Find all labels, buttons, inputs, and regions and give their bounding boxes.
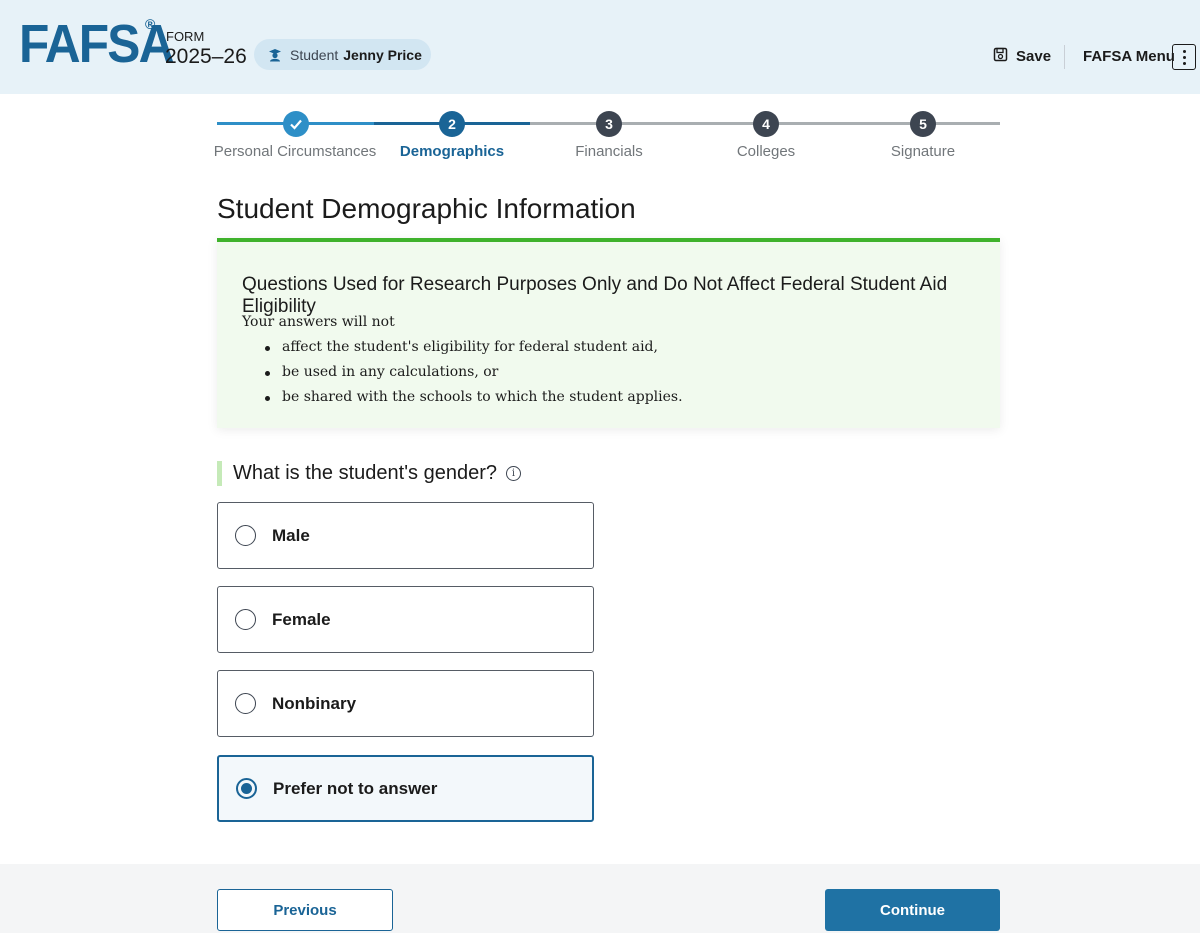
info-icon[interactable]: i: [505, 466, 521, 481]
footer-bar: [0, 864, 1200, 933]
radio-option-male[interactable]: Male: [217, 502, 594, 569]
page-title: Student Demographic Information: [217, 193, 636, 224]
step-label-signature: Signature: [890, 143, 956, 160]
radio-option-prefer-not-to-answer[interactable]: Prefer not to answer: [217, 755, 594, 822]
info-bullet: be shared with the schools to which the …: [262, 385, 683, 410]
step-number-4: 4: [753, 111, 779, 137]
header-divider: [1064, 45, 1065, 69]
student-prefix: Student: [290, 46, 339, 63]
step-label-colleges: Colleges: [736, 143, 796, 160]
student-name: Jenny Price: [343, 46, 422, 63]
question-text: What is the student's gender?: [233, 462, 497, 484]
registered-mark: ®: [145, 16, 156, 32]
question-heading: What is the student's gender? i: [233, 462, 521, 485]
radio-option-label: Male: [272, 525, 310, 545]
student-badge: Student Jenny Price: [254, 39, 431, 70]
app-header: FAFSA ® FORM 2025–26 Student Jenny Price…: [0, 0, 1200, 94]
radio-option-label: Prefer not to answer: [273, 778, 438, 798]
info-bullet: be used in any calculations, or: [262, 360, 683, 385]
info-alert-box: Questions Used for Research Purposes Onl…: [217, 238, 1000, 428]
info-bullet: affect the student's eligibility for fed…: [262, 335, 683, 360]
info-box-list: affect the student's eligibility for fed…: [262, 335, 683, 410]
kebab-menu-icon[interactable]: [1172, 44, 1196, 70]
save-label: Save: [1016, 48, 1052, 65]
radio-option-nonbinary[interactable]: Nonbinary: [217, 670, 594, 737]
info-box-intro: Your answers will not: [242, 314, 395, 330]
continue-button[interactable]: Continue: [825, 889, 1000, 931]
radio-option-label: Nonbinary: [272, 693, 357, 713]
step-number-5: 5: [910, 111, 936, 137]
radio-option-label: Female: [272, 609, 331, 629]
step-label-personal-circumstances: Personal Circumstances: [213, 143, 377, 160]
fafsa-menu-label[interactable]: FAFSA Menu: [1083, 48, 1175, 65]
radio-button[interactable]: [235, 693, 256, 714]
save-button[interactable]: Save: [993, 47, 1051, 66]
step-number-2: 2: [439, 111, 465, 137]
student-icon: [268, 48, 282, 62]
radio-button-selected[interactable]: [236, 778, 257, 799]
radio-option-female[interactable]: Female: [217, 586, 594, 653]
form-label: FORM: [166, 29, 205, 44]
form-year: 2025–26: [165, 45, 247, 68]
step-label-demographics: Demographics: [399, 143, 505, 160]
step-number-3: 3: [596, 111, 622, 137]
radio-button[interactable]: [235, 609, 256, 630]
previous-button[interactable]: Previous: [217, 889, 393, 931]
save-icon: [993, 47, 1016, 66]
step-label-financials: Financials: [575, 143, 643, 160]
question-accent-bar: [217, 461, 222, 486]
radio-button[interactable]: [235, 525, 256, 546]
info-box-body: Your answers will not affect the student…: [242, 310, 683, 410]
step-complete-check-icon: [283, 111, 309, 137]
